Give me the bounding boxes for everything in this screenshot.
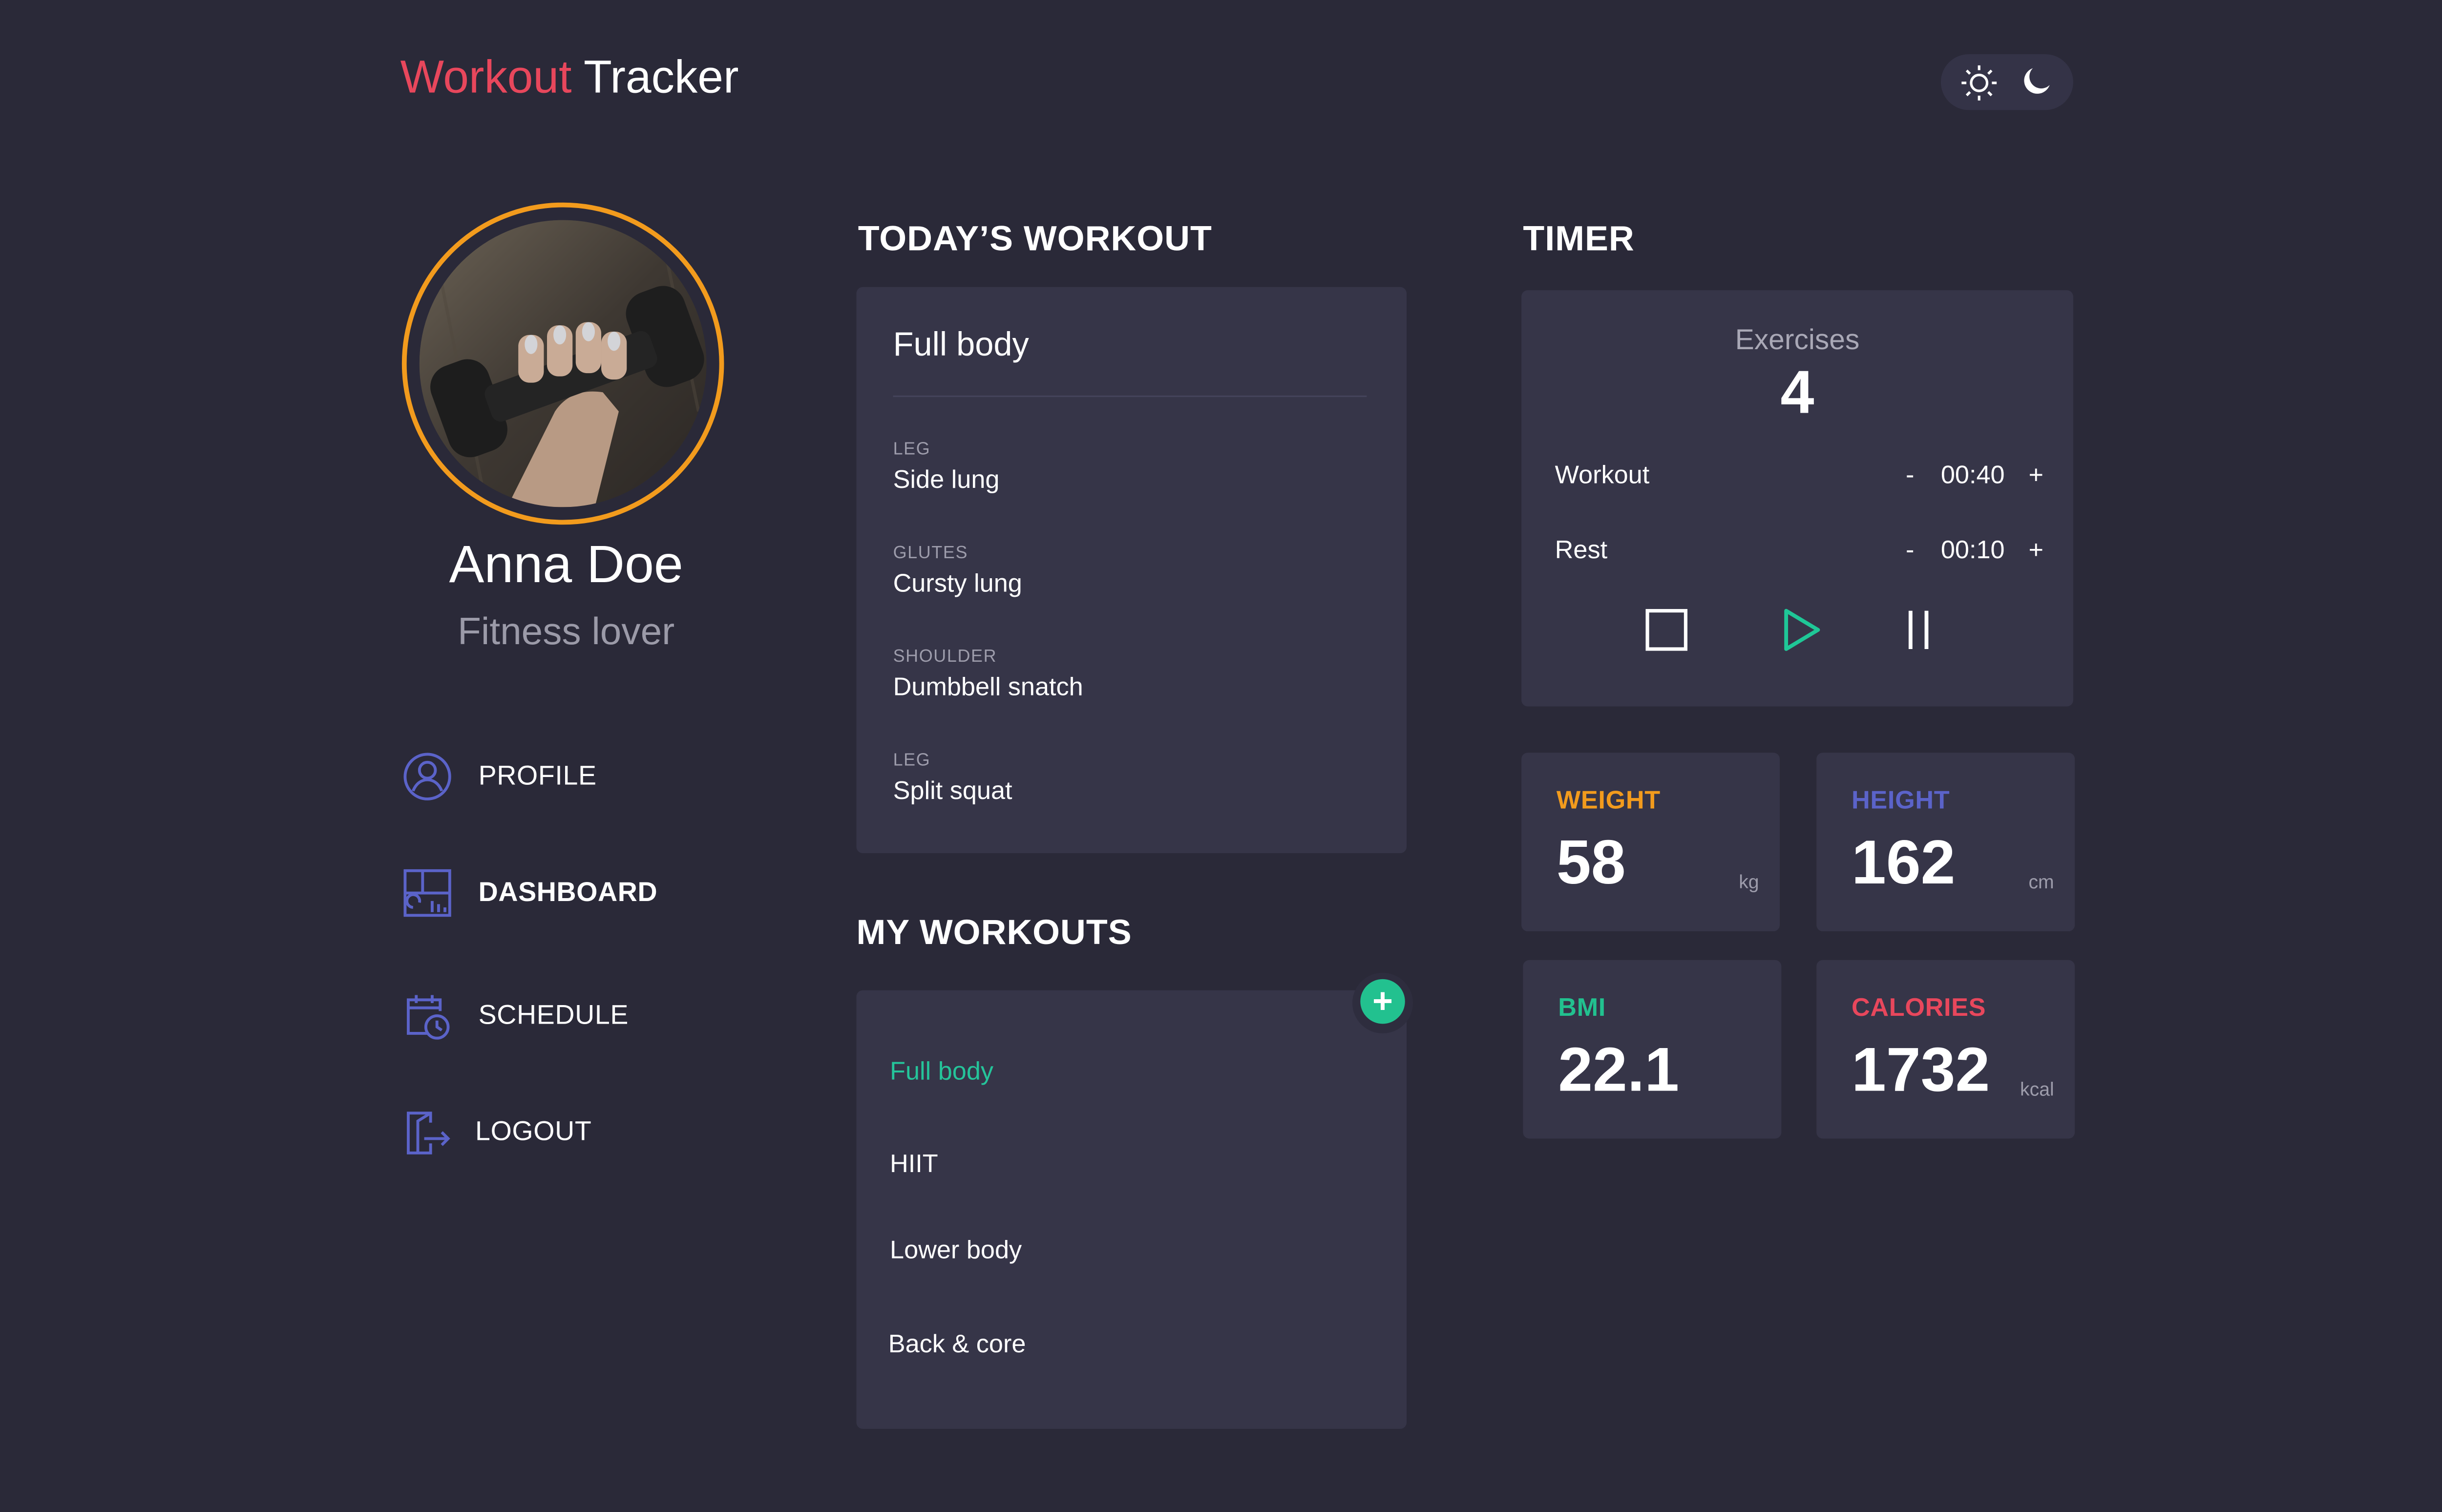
bmi-value: 22.1 [1558, 1036, 1680, 1105]
moon-icon[interactable] [2019, 64, 2054, 99]
sun-icon[interactable] [1960, 64, 1998, 102]
exercises-count: 4 [1780, 360, 1814, 428]
theme-toggle[interactable] [1940, 54, 2073, 110]
exercise-item[interactable]: LEG Side lung [893, 440, 1000, 496]
workout-time-value: 00:40 [1940, 462, 2005, 490]
app-logo[interactable]: Workout Tracker [400, 53, 739, 105]
logout-icon [406, 1112, 450, 1155]
pause-icon[interactable] [1893, 605, 1944, 655]
user-tagline: Fitness lover [458, 610, 675, 654]
todays-workout-card: Full body LEG Side lung GLUTES Cursty lu… [856, 287, 1407, 853]
play-icon[interactable] [1775, 605, 1826, 655]
calendar-clock-icon [406, 995, 450, 1040]
workout-list-item-lower-body[interactable]: Lower body [890, 1238, 1022, 1266]
workout-time-increment-button[interactable]: + [2028, 462, 2043, 491]
my-workouts-card: Full body HIIT Lower body Back & core [856, 990, 1407, 1429]
my-workouts-title: MY WORKOUTS [856, 912, 1132, 952]
workout-tracker-app: Workout Tracker Anna Doe Fitness lover P… [0, 0, 2442, 1512]
workout-list-item-full-body[interactable]: Full body [890, 1059, 993, 1088]
exercise-item[interactable]: GLUTES Cursty lung [893, 544, 1022, 599]
bmi-label: BMI [1558, 995, 1606, 1023]
calories-label: CALORIES [1852, 995, 1986, 1023]
height-label: HEIGHT [1852, 788, 1950, 815]
nav-item-logout[interactable]: LOGOUT [402, 1104, 753, 1161]
workout-list-item-back-core[interactable]: Back & core [888, 1332, 1026, 1361]
workout-time-label: Workout [1555, 462, 1650, 490]
timer-card: Exercises 4 Workout - 00:40 + Rest - 00:… [1521, 290, 2073, 707]
todays-workout-title: TODAY’S WORKOUT [858, 218, 1212, 258]
dashboard-icon [403, 869, 451, 917]
logo-accent-text: Workout [400, 52, 572, 104]
nav-item-dashboard[interactable]: DASHBOARD [402, 864, 753, 922]
nav-item-schedule[interactable]: SCHEDULE [402, 987, 753, 1045]
weight-value: 58 [1556, 829, 1626, 898]
exercise-category: SHOULDER [893, 647, 997, 667]
calories-value: 1732 [1852, 1036, 1990, 1105]
nav-label-profile: PROFILE [478, 760, 597, 791]
rest-time-label: Rest [1555, 537, 1608, 565]
height-card: HEIGHT 162 cm [1816, 753, 2075, 931]
exercise-category: GLUTES [893, 544, 968, 563]
exercise-name: Side lung [893, 467, 1000, 495]
exercise-category: LEG [893, 440, 931, 460]
rest-time-row: Rest - 00:10 + [1555, 537, 2049, 575]
logo-text: Tracker [571, 52, 739, 104]
exercise-item[interactable]: SHOULDER Dumbbell snatch [893, 648, 1083, 703]
user-name: Anna Doe [449, 534, 683, 593]
calories-card: CALORIES 1732 kcal [1816, 960, 2075, 1139]
nav-item-profile[interactable]: PROFILE [402, 748, 753, 805]
rest-time-value: 00:10 [1940, 537, 2005, 565]
exercise-name: Dumbbell snatch [893, 674, 1083, 702]
weight-unit: kg [1739, 870, 1759, 893]
nav-label-logout: LOGOUT [475, 1116, 592, 1147]
nav-label-schedule: SCHEDULE [478, 1000, 629, 1030]
height-value: 162 [1852, 829, 1956, 898]
workout-time-decrement-button[interactable]: - [1906, 462, 1914, 491]
today-workout-name: Full body [893, 327, 1029, 364]
user-circle-icon [403, 753, 451, 800]
weight-label: WEIGHT [1556, 788, 1661, 815]
workout-list-item-hiit[interactable]: HIIT [890, 1152, 938, 1180]
exercise-category: LEG [893, 751, 931, 771]
exercise-name: Split squat [893, 778, 1012, 805]
rest-time-decrement-button[interactable]: - [1906, 537, 1914, 566]
stop-icon[interactable] [1641, 605, 1692, 655]
avatar-photo [419, 220, 707, 507]
height-unit: cm [2028, 870, 2054, 893]
nav-label-dashboard: DASHBOARD [478, 877, 658, 907]
weight-card: WEIGHT 58 kg [1521, 753, 1780, 931]
add-workout-button[interactable]: + [1352, 972, 1413, 1033]
workout-time-row: Workout - 00:40 + [1555, 462, 2049, 501]
calories-unit: kcal [2020, 1078, 2054, 1101]
timer-title: TIMER [1523, 218, 1635, 258]
exercise-item[interactable]: LEG Split squat [893, 751, 1012, 807]
avatar[interactable] [401, 202, 724, 525]
divider [893, 395, 1367, 398]
rest-time-increment-button[interactable]: + [2028, 537, 2043, 566]
plus-icon: + [1360, 979, 1405, 1024]
bmi-card: BMI 22.1 [1523, 960, 1782, 1139]
exercises-label: Exercises [1735, 323, 1860, 356]
exercise-name: Cursty lung [893, 570, 1022, 598]
